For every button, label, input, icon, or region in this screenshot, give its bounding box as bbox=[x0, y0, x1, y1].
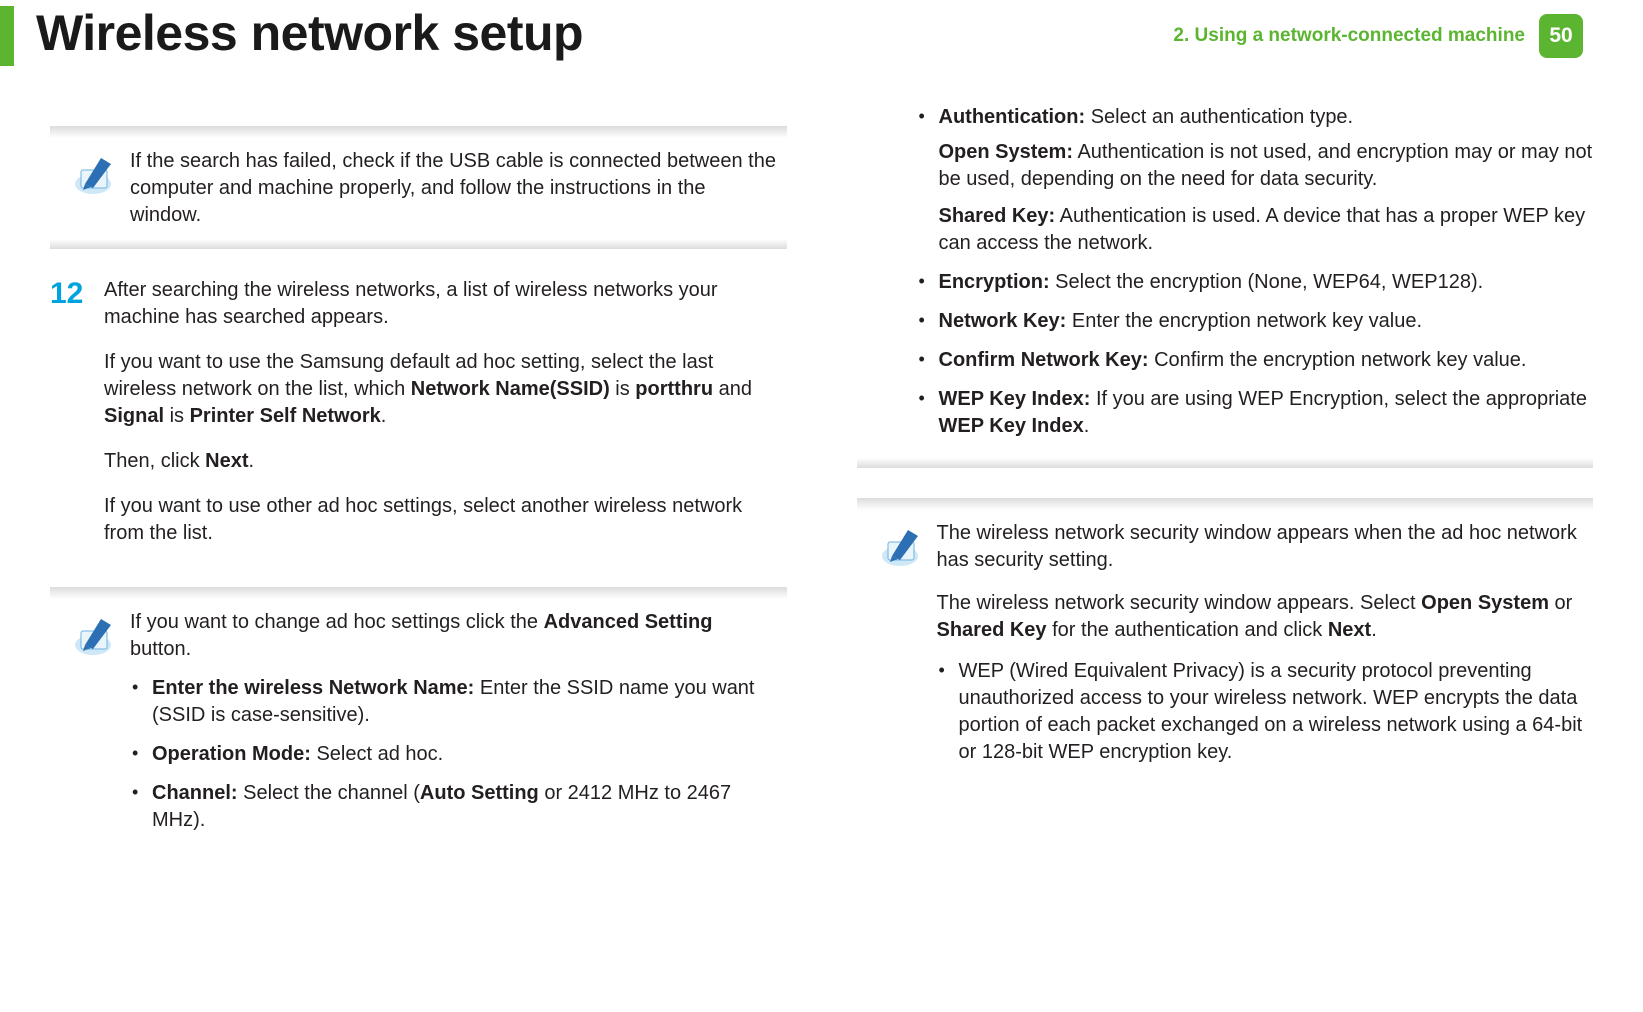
t: . bbox=[381, 405, 387, 427]
step-number: 12 bbox=[50, 277, 104, 565]
t: . bbox=[249, 450, 255, 472]
step-12: 12 After searching the wireless networks… bbox=[50, 277, 787, 565]
list-item: Enter the wireless Network Name: Enter t… bbox=[130, 675, 777, 729]
note-text: If you want to change ad hoc settings cl… bbox=[130, 609, 777, 846]
t: Authentication: bbox=[939, 106, 1086, 128]
note-icon bbox=[867, 520, 937, 778]
rule-bottom bbox=[50, 239, 787, 249]
t: is bbox=[610, 378, 636, 400]
t: button. bbox=[130, 638, 191, 660]
t: If you want to change ad hoc settings cl… bbox=[130, 611, 544, 633]
page-number-badge: 50 bbox=[1539, 14, 1583, 58]
t: Auto Setting bbox=[420, 782, 539, 804]
t: or bbox=[1549, 592, 1572, 614]
t: Select the channel ( bbox=[238, 782, 420, 804]
t: Confirm Network Key: bbox=[939, 349, 1149, 371]
t: Channel: bbox=[152, 782, 238, 804]
page-header: Wireless network setup 2. Using a networ… bbox=[0, 0, 1643, 68]
t: Select an authentication type. bbox=[1085, 106, 1353, 128]
t: Shared Key: bbox=[939, 205, 1056, 227]
t: WEP Key Index: bbox=[939, 388, 1091, 410]
note3-bullets: WEP (Wired Equivalent Privacy) is a secu… bbox=[937, 658, 1584, 766]
content-columns: If the search has failed, check if the U… bbox=[0, 68, 1643, 878]
note2-intro: If you want to change ad hoc settings cl… bbox=[130, 609, 777, 663]
sub-p: Shared Key: Authentication is used. A de… bbox=[939, 203, 1594, 257]
rule-top bbox=[50, 587, 787, 599]
t: . bbox=[1371, 619, 1377, 641]
note-icon bbox=[60, 609, 130, 846]
title-wrap: Wireless network setup bbox=[0, 0, 1173, 68]
t: WEP Key Index bbox=[939, 415, 1084, 437]
list-item: Operation Mode: Select ad hoc. bbox=[130, 741, 777, 768]
note3-p2: The wireless network security window app… bbox=[937, 590, 1584, 644]
chapter-indicator: 2. Using a network-connected machine 50 bbox=[1173, 14, 1583, 58]
step-p1: After searching the wireless networks, a… bbox=[104, 277, 787, 331]
sublist: Open System: Authentication is not used,… bbox=[939, 139, 1594, 257]
list-item: Authentication: Select an authentication… bbox=[917, 104, 1594, 257]
step-p4: If you want to use other ad hoc settings… bbox=[104, 493, 787, 547]
rule-bottom bbox=[857, 458, 1594, 468]
step-p3: Then, click Next. bbox=[104, 448, 787, 475]
note-text: If the search has failed, check if the U… bbox=[130, 148, 777, 229]
list-item: Confirm Network Key: Confirm the encrypt… bbox=[917, 347, 1594, 374]
t: Next bbox=[205, 450, 248, 472]
note-body: The wireless network security window app… bbox=[857, 510, 1594, 782]
t: The wireless network security window app… bbox=[937, 592, 1422, 614]
list-item: Channel: Select the channel (Auto Settin… bbox=[130, 780, 777, 834]
t: Next bbox=[1328, 619, 1371, 641]
right-column: Authentication: Select an authentication… bbox=[857, 104, 1594, 878]
t: for the authentication and click bbox=[1047, 619, 1328, 641]
t: Printer Self Network bbox=[190, 405, 381, 427]
note-body: If the search has failed, check if the U… bbox=[50, 138, 787, 233]
step-body: After searching the wireless networks, a… bbox=[104, 277, 787, 565]
t: Enter the encryption network key value. bbox=[1066, 310, 1422, 332]
t: Then, click bbox=[104, 450, 205, 472]
page-title: Wireless network setup bbox=[36, 0, 583, 68]
t: Network Name(SSID) bbox=[411, 378, 610, 400]
list-item: Encryption: Select the encryption (None,… bbox=[917, 269, 1594, 296]
note-body: If you want to change ad hoc settings cl… bbox=[50, 599, 787, 850]
accent-bar bbox=[0, 6, 14, 66]
t: Open System: bbox=[939, 141, 1073, 163]
t: Enter the wireless Network Name: bbox=[152, 677, 474, 699]
t: Advanced Setting bbox=[544, 611, 713, 633]
t: Open System bbox=[1421, 592, 1549, 614]
t: Confirm the encryption network key value… bbox=[1149, 349, 1527, 371]
list-item: WEP (Wired Equivalent Privacy) is a secu… bbox=[937, 658, 1584, 766]
t: is bbox=[164, 405, 190, 427]
note-box-1: If the search has failed, check if the U… bbox=[50, 126, 787, 249]
t: Select the encryption (None, WEP64, WEP1… bbox=[1050, 271, 1484, 293]
t: Operation Mode: bbox=[152, 743, 311, 765]
continuation-bullets: Authentication: Select an authentication… bbox=[857, 104, 1594, 440]
t: Network Key: bbox=[939, 310, 1067, 332]
note-icon bbox=[60, 148, 130, 229]
rule-top bbox=[50, 126, 787, 138]
note-box-2: If you want to change ad hoc settings cl… bbox=[50, 587, 787, 850]
chapter-label: 2. Using a network-connected machine bbox=[1173, 23, 1525, 49]
note3-p1: The wireless network security window app… bbox=[937, 520, 1584, 574]
t: . bbox=[1084, 415, 1090, 437]
document-page: Wireless network setup 2. Using a networ… bbox=[0, 0, 1643, 1012]
note-box-3: The wireless network security window app… bbox=[857, 498, 1594, 782]
note2-bullets: Enter the wireless Network Name: Enter t… bbox=[130, 675, 777, 834]
step-p2: If you want to use the Samsung default a… bbox=[104, 349, 787, 430]
list-item: Network Key: Enter the encryption networ… bbox=[917, 308, 1594, 335]
t: Shared Key bbox=[937, 619, 1047, 641]
sub-p: Open System: Authentication is not used,… bbox=[939, 139, 1594, 193]
t: Encryption: bbox=[939, 271, 1050, 293]
t: Select ad hoc. bbox=[311, 743, 443, 765]
note-text: The wireless network security window app… bbox=[937, 520, 1584, 778]
left-column: If the search has failed, check if the U… bbox=[50, 104, 787, 878]
rule-top bbox=[857, 498, 1594, 510]
t: and bbox=[713, 378, 752, 400]
t: Signal bbox=[104, 405, 164, 427]
t: If you are using WEP Encryption, select … bbox=[1090, 388, 1587, 410]
list-item: WEP Key Index: If you are using WEP Encr… bbox=[917, 386, 1594, 440]
t: portthru bbox=[635, 378, 713, 400]
